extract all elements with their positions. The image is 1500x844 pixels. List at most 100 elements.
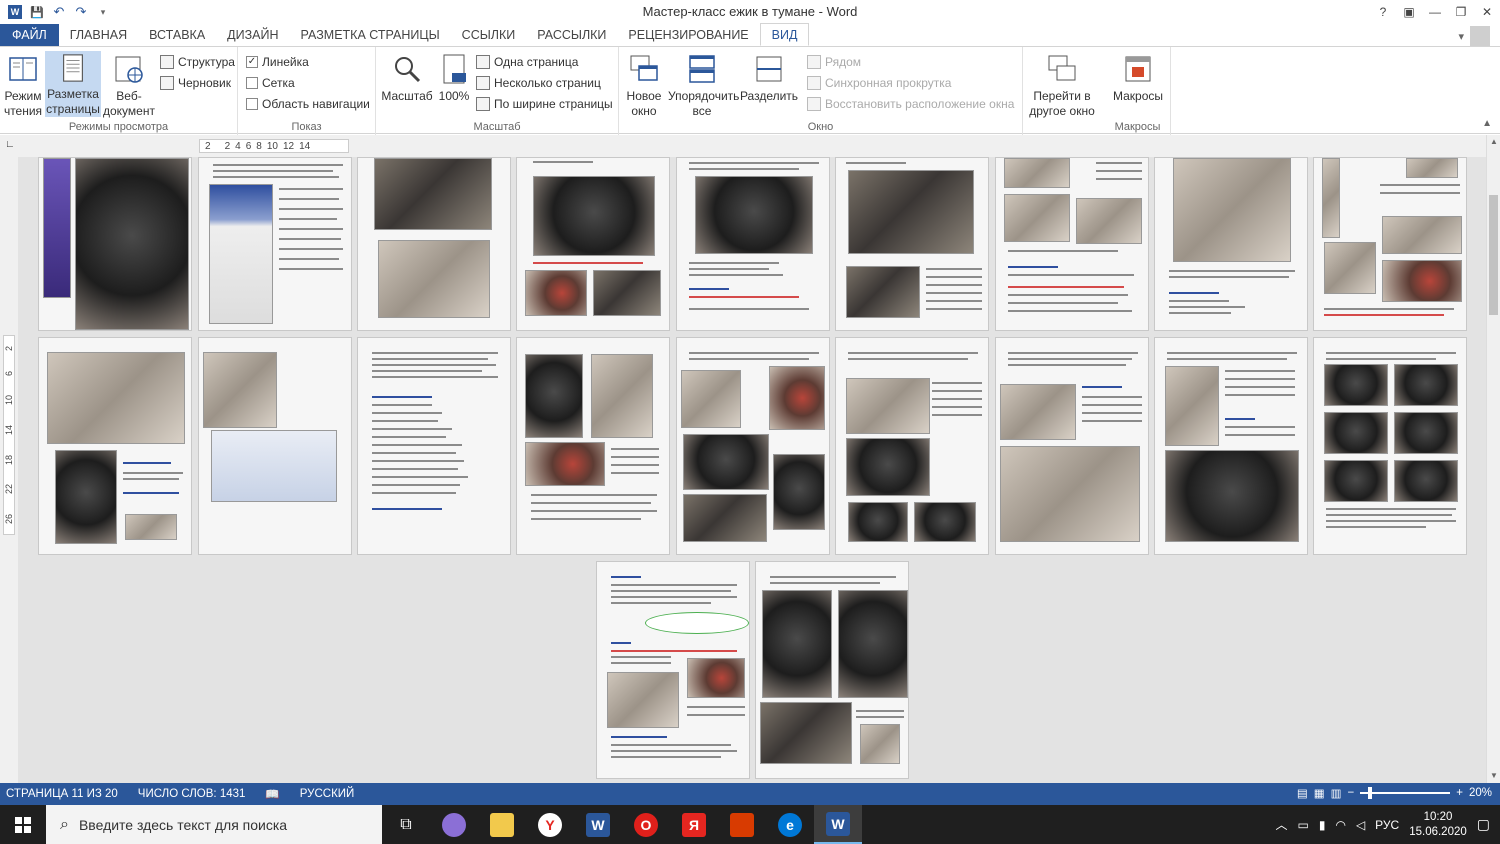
tab-page-layout[interactable]: РАЗМЕТКА СТРАНИЦЫ <box>290 24 451 46</box>
restore-button[interactable]: ❐ <box>1448 0 1474 24</box>
taskbar-app-edge[interactable]: e <box>766 805 814 844</box>
zoom-slider-thumb[interactable] <box>1368 787 1373 799</box>
vertical-scrollbar[interactable]: ▲ ▼ <box>1486 135 1500 783</box>
taskbar-app-word-active[interactable]: W <box>814 805 862 844</box>
zoom-button[interactable]: Масштаб <box>380 51 434 104</box>
redo-icon[interactable]: ↷ <box>70 1 92 23</box>
scrollbar-thumb[interactable] <box>1489 195 1498 315</box>
page-thumbnail[interactable] <box>357 337 511 555</box>
page-width-button[interactable]: По ширине страницы <box>476 94 613 114</box>
one-page-button[interactable]: Одна страница <box>476 52 578 72</box>
web-layout-button[interactable]: Веб-документ <box>103 51 155 119</box>
split-button[interactable]: Разделить <box>739 51 799 104</box>
page-thumbnail[interactable] <box>1313 337 1467 555</box>
notifications-icon[interactable]: ▢ <box>1477 816 1490 833</box>
view-side-by-side-button[interactable]: Рядом <box>807 52 861 72</box>
avatar[interactable] <box>1470 26 1490 46</box>
navigation-pane-checkbox[interactable]: Область навигации <box>246 94 370 114</box>
print-layout-view-icon[interactable]: ▦ <box>1314 786 1325 800</box>
account-dropdown-icon[interactable]: ▾ <box>1458 30 1464 43</box>
tray-volume-icon[interactable]: ◁ <box>1356 818 1365 832</box>
tab-selector-icon[interactable]: ∟ <box>5 139 19 153</box>
collapse-ribbon-icon[interactable]: ▲ <box>1482 118 1492 129</box>
page-thumbnail[interactable] <box>38 337 192 555</box>
page-thumbnail[interactable] <box>198 157 352 331</box>
taskbar-app-yandex-browser[interactable]: Y <box>526 805 574 844</box>
taskbar-app-yandex[interactable]: Я <box>670 805 718 844</box>
page-thumbnail[interactable] <box>516 157 670 331</box>
new-window-button[interactable]: Новое окно <box>623 51 665 119</box>
tab-mailings[interactable]: РАССЫЛКИ <box>526 24 617 46</box>
undo-icon[interactable]: ↶ <box>48 1 70 23</box>
scroll-up-icon[interactable]: ▲ <box>1487 135 1500 149</box>
page-thumbnail[interactable] <box>835 157 989 331</box>
close-button[interactable]: ✕ <box>1474 0 1500 24</box>
grid-checkbox[interactable]: Сетка <box>246 73 295 93</box>
taskbar-search[interactable]: ⌕ Введите здесь текст для поиска <box>46 805 382 844</box>
tab-view[interactable]: ВИД <box>759 23 810 46</box>
read-mode-view-icon[interactable]: ▤ <box>1297 786 1308 800</box>
word-count[interactable]: ЧИСЛО СЛОВ: 1431 <box>138 788 246 800</box>
task-view-button[interactable]: ⧉ <box>382 805 430 844</box>
tab-references[interactable]: ССЫЛКИ <box>451 24 527 46</box>
zoom-in-icon[interactable]: + <box>1456 787 1463 799</box>
zoom-out-icon[interactable]: − <box>1348 787 1355 799</box>
tray-wifi-icon[interactable]: ◠ <box>1335 818 1345 832</box>
tab-home[interactable]: ГЛАВНАЯ <box>59 24 138 46</box>
save-icon[interactable]: 💾 <box>26 1 48 23</box>
switch-windows-button[interactable]: Перейти в другое окно <box>1023 51 1101 119</box>
page-thumbnail[interactable] <box>995 157 1149 331</box>
taskbar-app-assistant[interactable] <box>430 805 478 844</box>
page-thumbnail[interactable] <box>357 157 511 331</box>
help-button[interactable]: ? <box>1370 0 1396 24</box>
page-thumbnail[interactable] <box>516 337 670 555</box>
tray-network-icon[interactable]: ▭ <box>1298 818 1309 832</box>
web-layout-view-icon[interactable]: ▥ <box>1331 786 1342 800</box>
tray-battery-icon[interactable]: ▮ <box>1319 818 1326 832</box>
sync-scrolling-button[interactable]: Синхронная прокрутка <box>807 73 951 93</box>
read-mode-button[interactable]: Режим чтения <box>2 51 44 119</box>
page-thumbnail[interactable] <box>995 337 1149 555</box>
draft-button[interactable]: Черновик <box>160 73 231 93</box>
page-thumbnail[interactable] <box>835 337 989 555</box>
zoom-slider[interactable] <box>1360 787 1451 799</box>
page-thumbnail[interactable] <box>1154 337 1308 555</box>
page-thumbnail[interactable] <box>676 157 830 331</box>
clock[interactable]: 10:20 15.06.2020 <box>1409 810 1467 840</box>
page-thumbnail[interactable] <box>1154 157 1308 331</box>
macros-button[interactable]: Макросы <box>1109 51 1167 104</box>
zoom-100-button[interactable]: 100% <box>436 51 472 104</box>
taskbar-app-office[interactable] <box>718 805 766 844</box>
taskbar-app-opera[interactable]: O <box>622 805 670 844</box>
page-indicator[interactable]: СТРАНИЦА 11 ИЗ 20 <box>6 788 118 800</box>
zoom-percentage[interactable]: 20% <box>1469 787 1492 799</box>
tab-insert[interactable]: ВСТАВКА <box>138 24 216 46</box>
vertical-ruler[interactable]: 26 22 18 14 10 6 2 <box>0 157 18 783</box>
user-area[interactable]: ▾ <box>1458 26 1490 46</box>
minimize-button[interactable]: — <box>1422 0 1448 24</box>
tab-file[interactable]: ФАЙЛ <box>0 24 59 46</box>
customize-quick-access-icon[interactable]: ▾ <box>92 1 114 23</box>
ribbon-display-options-icon[interactable]: ▣ <box>1396 0 1422 24</box>
page-layout-button[interactable]: Разметка страницы <box>45 51 101 117</box>
scroll-down-icon[interactable]: ▼ <box>1487 769 1500 783</box>
multiple-pages-button[interactable]: Несколько страниц <box>476 73 601 93</box>
horizontal-ruler[interactable]: 2 2 4 6 8 10 12 14 <box>199 139 349 153</box>
page-thumbnail[interactable] <box>676 337 830 555</box>
reset-window-position-button[interactable]: Восстановить расположение окна <box>807 94 1014 114</box>
input-language[interactable]: РУС <box>1375 818 1399 832</box>
document-area[interactable]: 26 22 18 14 10 6 2 <box>0 157 1486 783</box>
page-thumbnail[interactable] <box>596 561 750 779</box>
page-thumbnail[interactable] <box>198 337 352 555</box>
outline-button[interactable]: Структура <box>160 52 235 72</box>
tab-review[interactable]: РЕЦЕНЗИРОВАНИЕ <box>617 24 759 46</box>
tray-chevron-icon[interactable]: ︿ <box>1275 816 1287 833</box>
ruler-checkbox[interactable]: ✓ Линейка <box>246 52 309 72</box>
page-thumbnail[interactable] <box>755 561 909 779</box>
page-thumbnail[interactable] <box>38 157 192 331</box>
taskbar-app-explorer[interactable] <box>478 805 526 844</box>
page-thumbnail[interactable] <box>1313 157 1467 331</box>
tab-design[interactable]: ДИЗАЙН <box>216 24 289 46</box>
arrange-all-button[interactable]: Упорядочить все <box>667 51 739 119</box>
taskbar-app-word[interactable]: W <box>574 805 622 844</box>
